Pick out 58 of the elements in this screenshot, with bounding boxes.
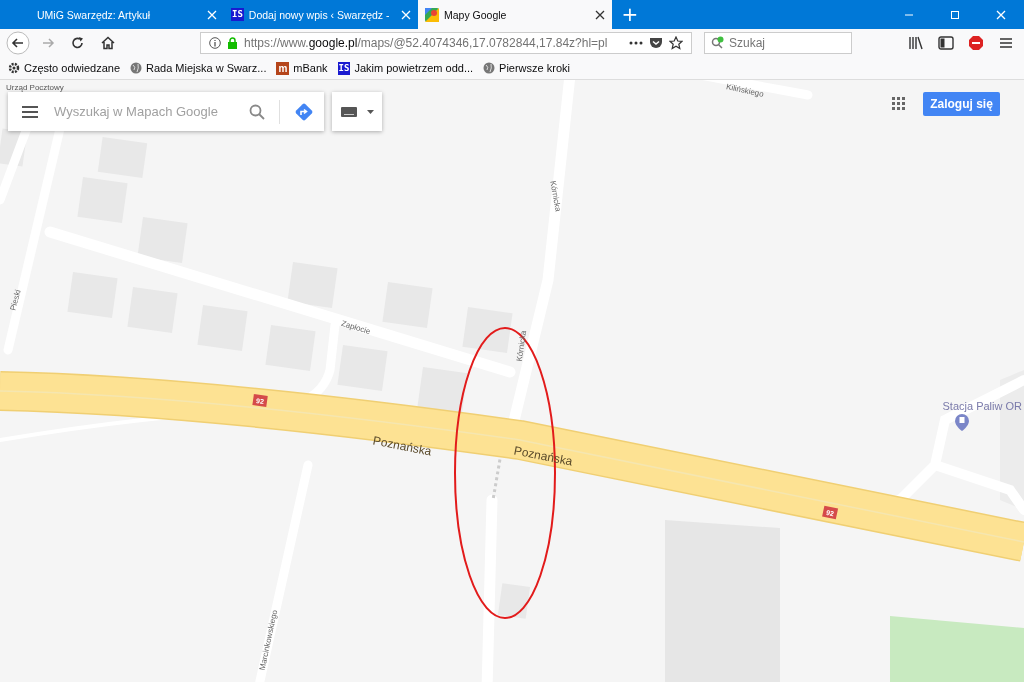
login-button[interactable]: Zaloguj się [923,92,1000,116]
menu-icon[interactable] [999,37,1013,49]
browser-tab[interactable]: Mapy Google [418,0,612,29]
bookmark[interactable]: Pierwsze kroki [483,62,570,74]
map-search-field[interactable]: Wyszukaj w Mapach Google [8,92,324,131]
browser-tab[interactable]: UMiG Swarzędz: Artykuł [30,0,224,29]
home-icon[interactable] [101,36,115,50]
browser-tab[interactable]: IS Dodaj nowy wpis ‹ Swarzędz - [224,0,418,29]
back-icon[interactable] [6,31,30,55]
place-label: Urząd Pocztowy [6,83,64,92]
lock-icon [227,37,238,49]
menu-icon[interactable] [22,105,38,118]
keyboard-icon [340,106,357,117]
site-icon: m [276,61,290,75]
site-icon: IS [231,8,244,21]
search-icon [711,36,725,50]
star-icon[interactable] [669,36,683,50]
maximize-icon[interactable] [950,9,960,20]
site-icon: IS [337,61,351,75]
building [462,307,513,353]
building [497,583,531,619]
bookmark[interactable]: IS Jakim powietrzem odd... [337,61,474,75]
building [0,128,28,167]
tab-title: Dodaj nowy wpis ‹ Swarzędz - [248,8,391,21]
url-text: https://www.google.pl/maps/@52.4074346,17.0782844,17.84z?hl=pl [244,36,609,50]
search-icon[interactable] [249,103,265,120]
street-label: Pieski [8,288,23,312]
bookmark[interactable]: m mBank [276,61,328,75]
library-icon[interactable] [908,36,924,50]
close-icon[interactable] [595,9,605,20]
globe-icon [130,62,142,74]
gear-icon [8,62,20,74]
street-label: Poznańska [371,433,433,459]
tab-title: UMiG Swarzędz: Artykuł [37,8,152,21]
apps-icon[interactable] [892,97,905,110]
reload-icon[interactable] [71,36,85,50]
globe-icon [483,62,496,74]
caret-icon [366,109,374,114]
bookmark-label: Pierwsze kroki [499,62,570,74]
pocket-icon[interactable] [649,37,663,49]
keyboard-button[interactable] [332,92,382,131]
new-tab-button[interactable]: + [618,0,642,29]
place-label: Stacja Paliw OR [942,400,1022,412]
location-pin-icon [955,414,969,431]
street-label: Kórnicka [548,180,563,213]
bookmark-label: mBank [293,62,328,74]
sidebar-icon[interactable] [938,36,954,50]
building [417,367,468,413]
street-label: Kilińskiego [725,82,765,99]
tab-title: Mapy Google [444,8,508,21]
address-bar[interactable]: https://www.google.pl/maps/@52.4074346,17.0782844,17.84z?hl=pl [200,32,692,54]
search-field[interactable]: Szukaj [704,32,852,54]
street-label: Kórnicka [514,330,529,363]
bookmark-label: Jakim powietrzem odd... [354,62,474,74]
info-icon [209,37,221,49]
route-shield [822,505,839,520]
street-label: Poznańska [512,443,574,469]
more-icon[interactable] [629,41,643,45]
